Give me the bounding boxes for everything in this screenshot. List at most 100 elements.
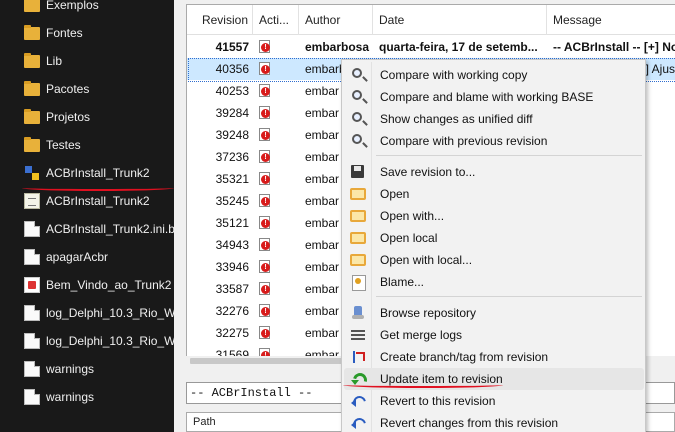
explorer-item-acbrinstall-exe[interactable]: ACBrInstall_Trunk2 [0,159,174,187]
explorer-item-label: Fontes [46,26,83,40]
explorer-item-testes[interactable]: Testes [0,131,174,159]
explorer-item-lib[interactable]: Lib [0,47,174,75]
revision-cell: 41557 [215,40,249,54]
file-icon [24,361,40,377]
exe-icon [24,165,40,181]
screen: Exemplos Fontes Lib Pacotes Projetos Tes… [0,0,675,432]
file-icon [24,249,40,265]
menu-item-revert-to-this-revision[interactable]: Revert to this revision [344,390,644,412]
modified-action-icon: ! [259,216,271,229]
modified-action-icon: ! [259,62,271,75]
folder-icon [24,81,40,96]
menu-item-open-with[interactable]: Open with... [344,205,644,227]
menu-item-create-branch-tag-from-revision[interactable]: Create branch/tag from revision [344,346,644,368]
menu-item-compare-with-working-copy[interactable]: Compare with working copy [344,64,644,86]
blame-icon [350,274,366,291]
context-menu: Compare with working copy Compare and bla… [341,59,646,432]
date-cell: quarta-feira, 17 de setemb... [379,40,538,54]
revision-cell: 39284 [215,106,249,120]
explorer-item-projetos[interactable]: Projetos [0,103,174,131]
explorer-item-label: ACBrInstall_Trunk2 [46,166,150,180]
menu-item-label: Compare and blame with working BASE [380,90,594,104]
explorer-item-log-delphi-2[interactable]: log_Delphi_10.3_Rio_Win [0,327,174,355]
explorer-item-warnings-2[interactable]: warnings [0,383,174,411]
save-icon [350,164,366,180]
revision-cell: 37236 [215,150,249,164]
explorer-item-label: ACBrInstall_Trunk2 [46,194,150,208]
table-row[interactable]: 41557! embarbosa quarta-feira, 17 de setem… [187,36,675,58]
explorer-item-label: Exemplos [46,0,99,12]
file-icon [24,333,40,349]
explorer-item-label: Bem_Vindo_ao_Trunk2 [46,278,172,292]
modified-action-icon: ! [259,348,271,356]
menu-item-label: Revert changes from this revision [380,416,559,430]
branch-icon [350,349,366,365]
revert-icon [350,393,366,409]
menu-item-label: Revert to this revision [380,394,496,408]
repository-icon [350,305,366,321]
menu-item-compare-and-blame-with-working-base[interactable]: Compare and blame with working BASE [344,86,644,108]
revision-cell: 33946 [215,260,249,274]
menu-item-revert-changes-from-this-revision[interactable]: Revert changes from this revision [344,412,644,432]
menu-item-browse-repository[interactable]: Browse repository [344,302,644,324]
menu-item-label: Show changes as unified diff [380,112,533,126]
explorer-item-log-delphi-1[interactable]: log_Delphi_10.3_Rio_Win [0,299,174,327]
explorer-item-label: Projetos [46,110,91,124]
modified-action-icon: ! [259,326,271,339]
annotation-underline [343,382,503,388]
revision-cell: 33587 [215,282,249,296]
revision-cell: 40253 [215,84,249,98]
revision-cell: 32275 [215,326,249,340]
revision-cell: 35245 [215,194,249,208]
menu-item-get-merge-logs[interactable]: Get merge logs [344,324,644,346]
explorer-item-label: Pacotes [46,82,90,96]
open-folder-icon [350,254,366,266]
explorer-item-exemplos[interactable]: Exemplos [0,0,174,19]
menu-item-label: Open with local... [380,253,473,267]
column-revision[interactable]: Revision [187,5,253,35]
author-cell: embarbosa [305,40,370,54]
modified-action-icon: ! [259,194,271,207]
revision-cell: 40356 [215,62,249,76]
explorer-item-warnings-1[interactable]: warnings [0,355,174,383]
modified-action-icon: ! [259,150,271,163]
modified-action-icon: ! [259,282,271,295]
explorer-item-label: warnings [46,362,95,376]
folder-icon [24,53,40,68]
column-author[interactable]: Author [299,5,373,35]
menu-item-open-local[interactable]: Open local [344,227,644,249]
explorer-item-apagaracbr[interactable]: apagarAcbr [0,243,174,271]
modified-action-icon: ! [259,172,271,185]
modified-action-icon: ! [259,238,271,251]
file-icon [24,221,40,237]
menu-item-save-revision-to[interactable]: Save revision to... [344,161,644,183]
menu-item-label: Compare with previous revision [380,134,548,148]
column-message[interactable]: Message [547,5,675,35]
open-folder-icon [350,232,366,244]
menu-item-open-with-local[interactable]: Open with local... [344,249,644,271]
explorer-item-label: log_Delphi_10.3_Rio_Win [46,306,174,320]
column-actions[interactable]: Acti... [253,5,299,35]
explorer-item-bem-vindo[interactable]: Bem_Vindo_ao_Trunk2 [0,271,174,299]
revision-cell: 35321 [215,172,249,186]
menu-item-label: Create branch/tag from revision [380,350,549,364]
message-cell: -- ACBrInstall -- [+] Nov [553,40,675,54]
explorer-item-fontes[interactable]: Fontes [0,19,174,47]
modified-action-icon: ! [259,40,271,53]
scrollbar-thumb[interactable] [190,358,348,364]
menu-item-label: Save revision to... [380,165,476,179]
menu-item-label: Open with... [380,209,445,223]
menu-item-open[interactable]: Open [344,183,644,205]
explorer-item-acbrinstall-txt[interactable]: ACBrInstall_Trunk2 [0,187,174,215]
menu-item-compare-with-previous-revision[interactable]: Compare with previous revision [344,130,644,152]
menu-item-label: Open [380,187,410,201]
menu-item-show-changes-as-unified-diff[interactable]: Show changes as unified diff [344,108,644,130]
column-date[interactable]: Date [373,5,547,35]
explorer-item-pacotes[interactable]: Pacotes [0,75,174,103]
explorer-item-acbrinstall-ini[interactable]: ACBrInstall_Trunk2.ini.ba [0,215,174,243]
explorer-item-label: log_Delphi_10.3_Rio_Win [46,334,174,348]
menu-item-blame[interactable]: Blame... [344,271,644,293]
explorer-item-label: apagarAcbr [46,250,109,264]
revision-cell: 32276 [215,304,249,318]
magnifier-icon [352,112,362,122]
